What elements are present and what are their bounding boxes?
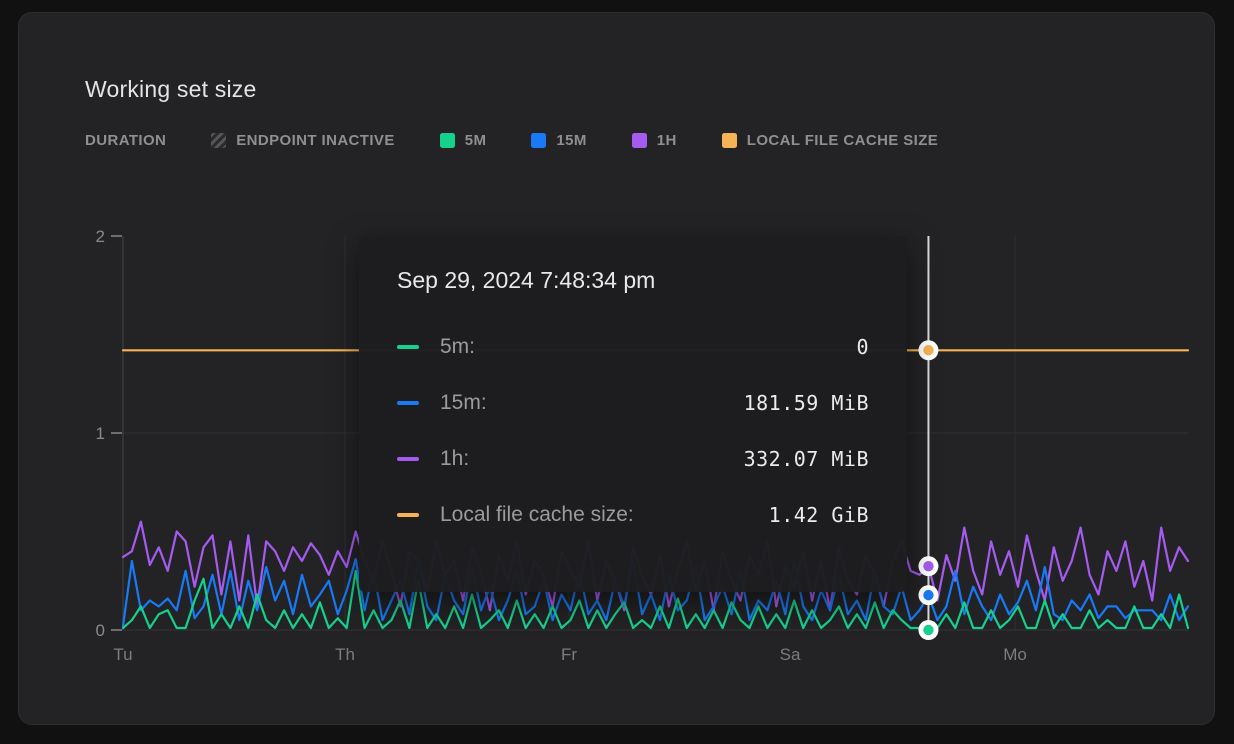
chart-tooltip: Sep 29, 2024 7:48:34 pm 5m: 0 15m: 181.5…	[359, 236, 907, 592]
tooltip-row-label: 15m:	[440, 391, 487, 415]
tooltip-row-value: 181.59 MiB	[744, 391, 869, 415]
svg-text:Mo: Mo	[1003, 645, 1027, 664]
blue-dash-icon	[397, 401, 419, 406]
tooltip-row-5m: 5m: 0	[397, 333, 869, 361]
tooltip-row-value: 332.07 MiB	[744, 447, 869, 471]
svg-text:0: 0	[96, 621, 105, 640]
svg-text:Fr: Fr	[561, 645, 577, 664]
working-set-size-card: Working set size DURATION ENDPOINT INACT…	[18, 12, 1215, 725]
tooltip-row-value: 1.42 GiB	[769, 503, 869, 527]
svg-text:1: 1	[96, 424, 105, 443]
tooltip-row-15m: 15m: 181.59 MiB	[397, 389, 869, 417]
svg-text:Tu: Tu	[113, 645, 132, 664]
tooltip-timestamp: Sep 29, 2024 7:48:34 pm	[397, 267, 869, 294]
tooltip-row-label: Local file cache size:	[440, 503, 634, 527]
tooltip-row-value: 0	[856, 335, 869, 359]
svg-text:Th: Th	[335, 645, 355, 664]
tooltip-row-label: 1h:	[440, 447, 469, 471]
tooltip-row-label: 5m:	[440, 335, 475, 359]
dashboard-canvas: Working set size DURATION ENDPOINT INACT…	[0, 0, 1234, 744]
svg-text:2: 2	[96, 227, 105, 246]
tooltip-row-1h: 1h: 332.07 MiB	[397, 445, 869, 473]
purple-dash-icon	[397, 457, 419, 462]
svg-text:Sa: Sa	[780, 645, 801, 664]
green-dash-icon	[397, 345, 419, 350]
orange-dash-icon	[397, 513, 419, 518]
tooltip-row-local-file-cache-size: Local file cache size: 1.42 GiB	[397, 501, 869, 529]
